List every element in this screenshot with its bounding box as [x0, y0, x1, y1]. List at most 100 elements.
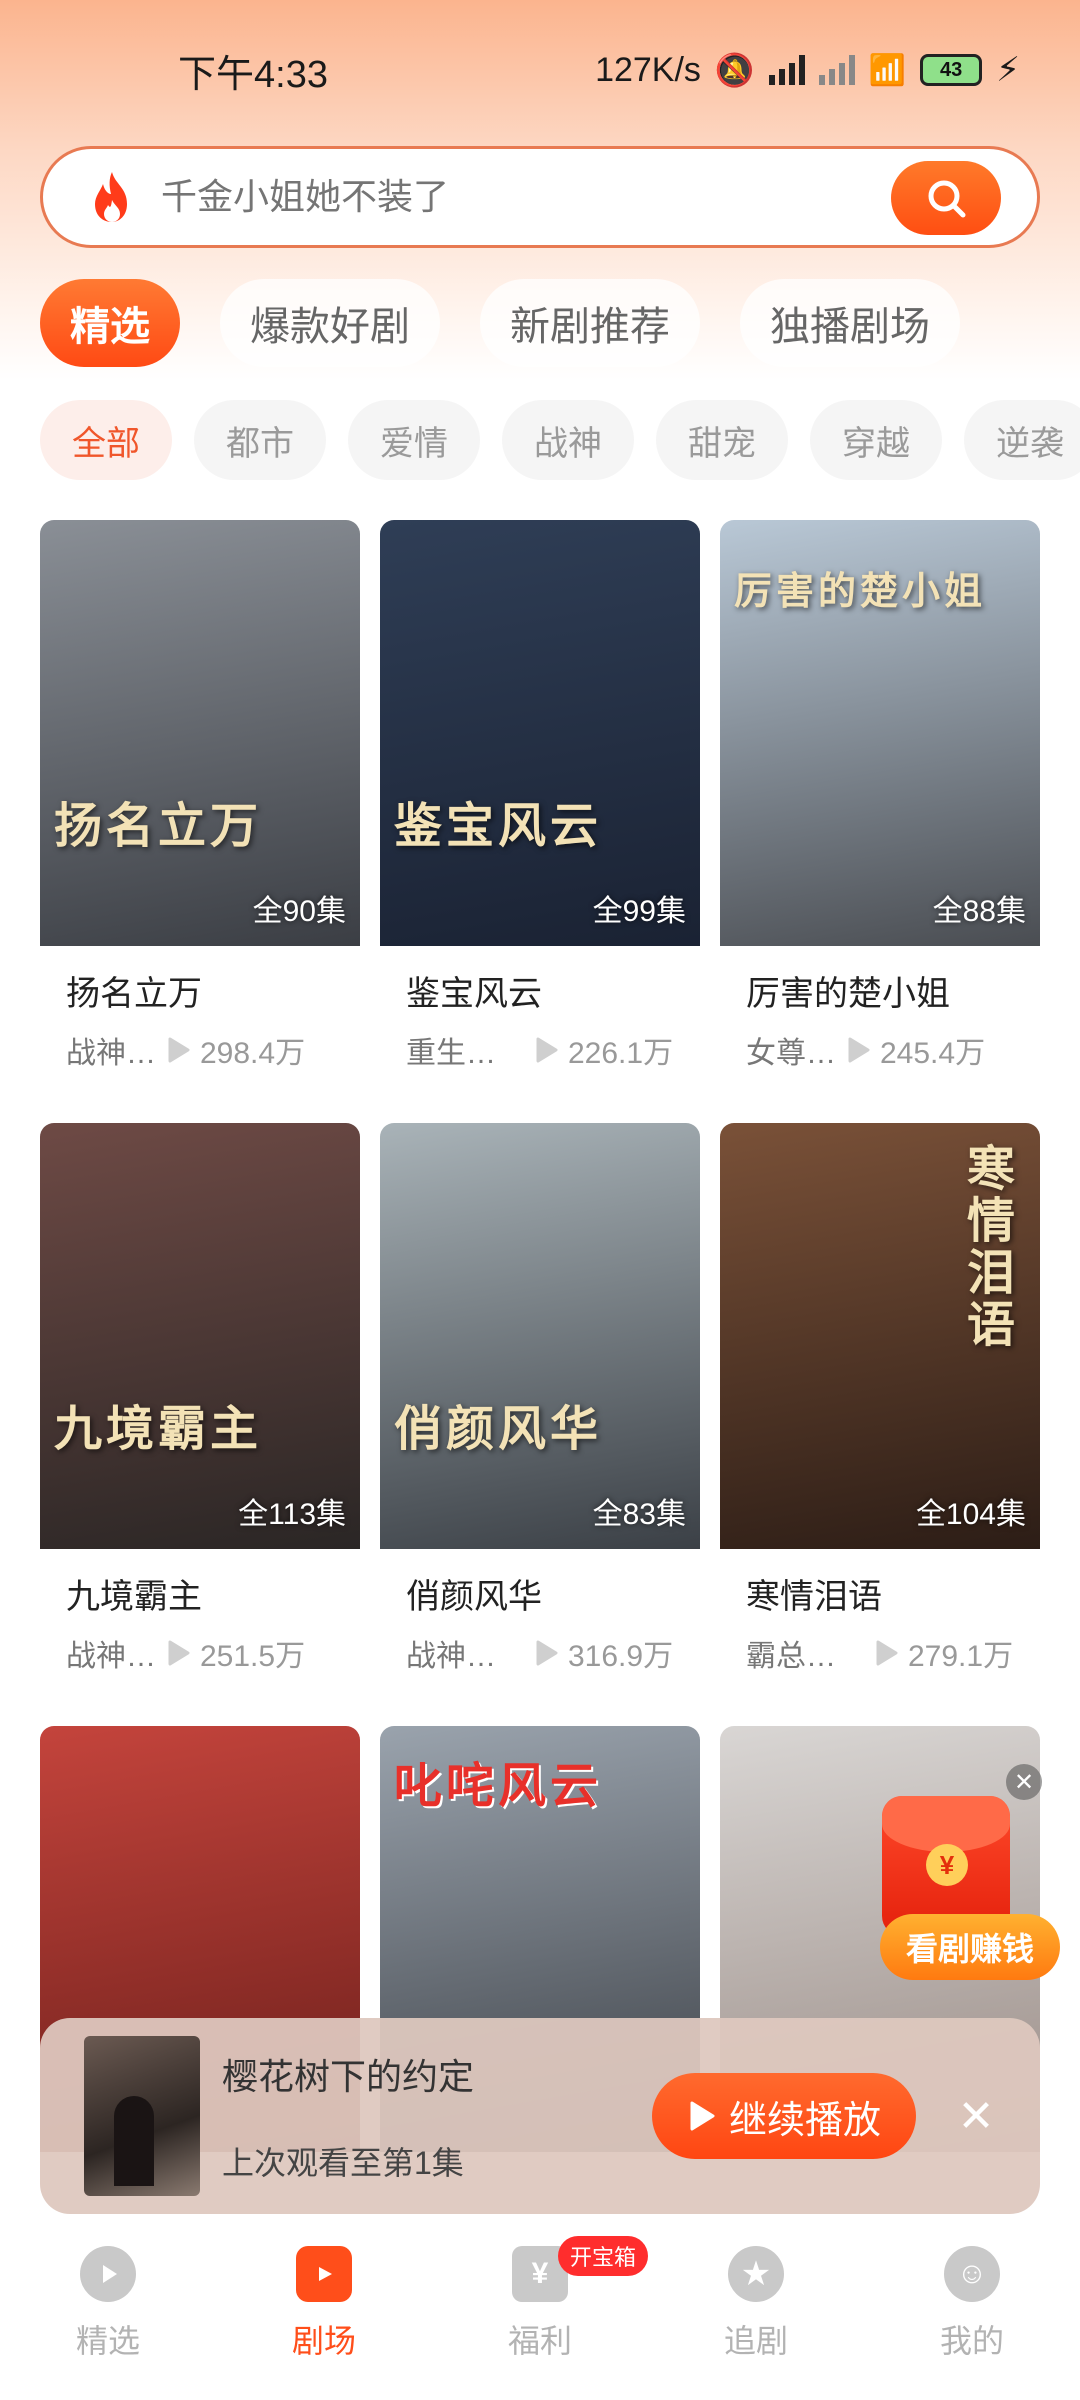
- play-circle-icon: [80, 2246, 136, 2302]
- mute-icon: 🔕: [714, 52, 755, 88]
- continue-watching-bar[interactable]: 樱花树下的约定 上次观看至第1集 继续播放 ✕: [40, 2018, 1040, 2214]
- drama-poster[interactable]: 俏颜风华 全83集: [380, 1123, 700, 1549]
- drama-poster[interactable]: 鉴宝风云 全99集: [380, 520, 700, 946]
- status-icons: 127K/s 🔕 📶 43 ⚡: [595, 50, 1020, 90]
- drama-card[interactable]: 扬名立万 全90集 扬名立万 战神… 298.4万: [40, 520, 360, 1095]
- drama-meta: 女尊… 245.4万: [720, 1024, 1040, 1072]
- status-time: 下午4:33: [178, 53, 328, 96]
- drama-poster[interactable]: 九境霸主 全113集: [40, 1123, 360, 1549]
- drama-card[interactable]: 九境霸主 全113集 九境霸主 战神… 251.5万: [40, 1123, 360, 1698]
- poster-title: 鉴宝风云: [394, 800, 603, 853]
- play-count-icon: [536, 1640, 558, 1666]
- episode-count: 全113集: [238, 1498, 346, 1531]
- view-count: 298.4万: [200, 1037, 306, 1070]
- play-count-icon: [168, 1640, 190, 1666]
- nav-label: 追剧: [723, 2323, 788, 2359]
- episode-count: 全104集: [915, 1498, 1026, 1531]
- continue-thumbnail: [84, 2036, 200, 2196]
- poster-title: 九境霸主: [54, 1403, 263, 1456]
- search-button[interactable]: [891, 161, 1001, 235]
- status-bar: 下午4:33 127K/s 🔕 📶 43 ⚡: [0, 0, 1080, 140]
- category-urban[interactable]: 都市: [194, 400, 326, 480]
- view-count: 279.1万: [908, 1640, 1014, 1673]
- episode-count: 全99集: [592, 895, 686, 928]
- category-war-god[interactable]: 战神: [502, 400, 634, 480]
- drama-card[interactable]: 鉴宝风云 全99集 鉴宝风云 重生归来 226.1万: [380, 520, 700, 1095]
- drama-genre: 战神…: [66, 1037, 156, 1070]
- play-count-icon: [876, 1640, 898, 1666]
- drama-genre: 重生归来: [406, 1037, 524, 1070]
- drama-meta: 重生归来 226.1万: [380, 1024, 700, 1072]
- drama-genre: 霸总追妻: [746, 1640, 864, 1673]
- view-count: 251.5万: [200, 1640, 306, 1673]
- drama-genre: 战神…: [66, 1640, 156, 1673]
- category-sweet[interactable]: 甜宠: [656, 400, 788, 480]
- battery-icon: 43: [920, 54, 983, 86]
- nav-theater[interactable]: 剧场: [216, 2236, 432, 2400]
- flame-icon: [95, 172, 127, 222]
- star-icon: ★: [728, 2246, 784, 2302]
- close-icon[interactable]: ✕: [956, 2092, 996, 2141]
- nav-featured[interactable]: 精选: [0, 2236, 216, 2400]
- continue-progress: 上次观看至第1集: [222, 2145, 464, 2181]
- continue-play-button[interactable]: 继续播放: [652, 2073, 916, 2159]
- drama-card[interactable]: 厉害的楚小姐 全88集 厉害的楚小姐 女尊… 245.4万: [720, 520, 1040, 1095]
- nav-profile[interactable]: ☺ 我的: [864, 2236, 1080, 2400]
- play-count-icon: [848, 1037, 870, 1063]
- tab-new-dramas[interactable]: 新剧推荐: [480, 279, 700, 367]
- drama-card[interactable]: 叱咤风云: [380, 1726, 700, 2301]
- drama-title: 九境霸主: [66, 1578, 202, 1616]
- nav-label: 我的: [939, 2323, 1004, 2359]
- view-count: 245.4万: [880, 1037, 986, 1070]
- earn-by-watching-promo[interactable]: ¥ 看剧赚钱: [880, 1796, 1060, 1996]
- continue-info: 樱花树下的约定 上次观看至第1集: [222, 2048, 652, 2184]
- tab-featured[interactable]: 精选: [40, 279, 180, 367]
- poster-title: 俏颜风华: [394, 1403, 603, 1456]
- drama-genre: 战神归来: [406, 1640, 524, 1673]
- drama-card[interactable]: 寒情泪语 全104集 寒情泪语 霸总追妻 279.1万: [720, 1123, 1040, 1698]
- drama-title: 扬名立万: [66, 975, 202, 1013]
- signal-icon: [768, 55, 805, 85]
- category-filter-bar: 全部 都市 爱情 战神 甜宠 穿越 逆袭: [40, 400, 1080, 482]
- nav-following[interactable]: ★ 追剧: [648, 2236, 864, 2400]
- drama-title: 俏颜风华: [406, 1578, 542, 1616]
- charging-icon: ⚡: [996, 51, 1020, 89]
- drama-title: 鉴宝风云: [406, 975, 542, 1013]
- view-count: 316.9万: [568, 1640, 674, 1673]
- network-speed: 127K/s: [595, 50, 701, 89]
- play-icon: [690, 2101, 715, 2131]
- smiley-icon: ☺: [944, 2246, 1000, 2302]
- search-icon: [928, 180, 966, 218]
- episode-count: 全90集: [252, 895, 346, 928]
- drama-card[interactable]: [40, 1726, 360, 2301]
- promo-label: 看剧赚钱: [880, 1914, 1060, 1980]
- treasure-box-badge: 开宝箱: [558, 2236, 648, 2276]
- tv-icon: [296, 2246, 352, 2302]
- drama-poster[interactable]: 厉害的楚小姐 全88集: [720, 520, 1040, 946]
- drama-card[interactable]: 俏颜风华 全83集 俏颜风华 战神归来 316.9万: [380, 1123, 700, 1698]
- poster-title: 叱咤风云: [394, 1760, 603, 1813]
- tab-exclusive[interactable]: 独播剧场: [740, 279, 960, 367]
- drama-poster[interactable]: 寒情泪语 全104集: [720, 1123, 1040, 1549]
- bottom-navigation: 精选 剧场 ¥ 福利 开宝箱 ★ 追剧 ☺ 我的: [0, 2236, 1080, 2400]
- tab-hot-dramas[interactable]: 爆款好剧: [220, 279, 440, 367]
- drama-meta: 战神… 298.4万: [40, 1024, 360, 1072]
- signal-2-icon: [818, 55, 855, 85]
- category-all[interactable]: 全部: [40, 400, 172, 480]
- promo-close-icon[interactable]: ✕: [1006, 1764, 1042, 1800]
- drama-meta: 战神归来 316.9万: [380, 1627, 700, 1675]
- continue-title: 樱花树下的约定: [222, 2056, 475, 2097]
- search-bar[interactable]: [40, 146, 1040, 248]
- drama-genre: 女尊…: [746, 1037, 836, 1070]
- play-count-icon: [536, 1037, 558, 1063]
- drama-title: 厉害的楚小姐: [746, 975, 950, 1013]
- drama-poster[interactable]: 扬名立万 全90集: [40, 520, 360, 946]
- nav-welfare[interactable]: ¥ 福利 开宝箱: [432, 2236, 648, 2400]
- episode-count: 全83集: [592, 1498, 686, 1531]
- category-romance[interactable]: 爱情: [348, 400, 480, 480]
- category-time-travel[interactable]: 穿越: [810, 400, 942, 480]
- nav-label: 福利: [507, 2323, 572, 2359]
- play-count-icon: [168, 1037, 190, 1063]
- category-comeback[interactable]: 逆袭: [964, 400, 1080, 480]
- wifi-icon: 📶: [868, 53, 907, 87]
